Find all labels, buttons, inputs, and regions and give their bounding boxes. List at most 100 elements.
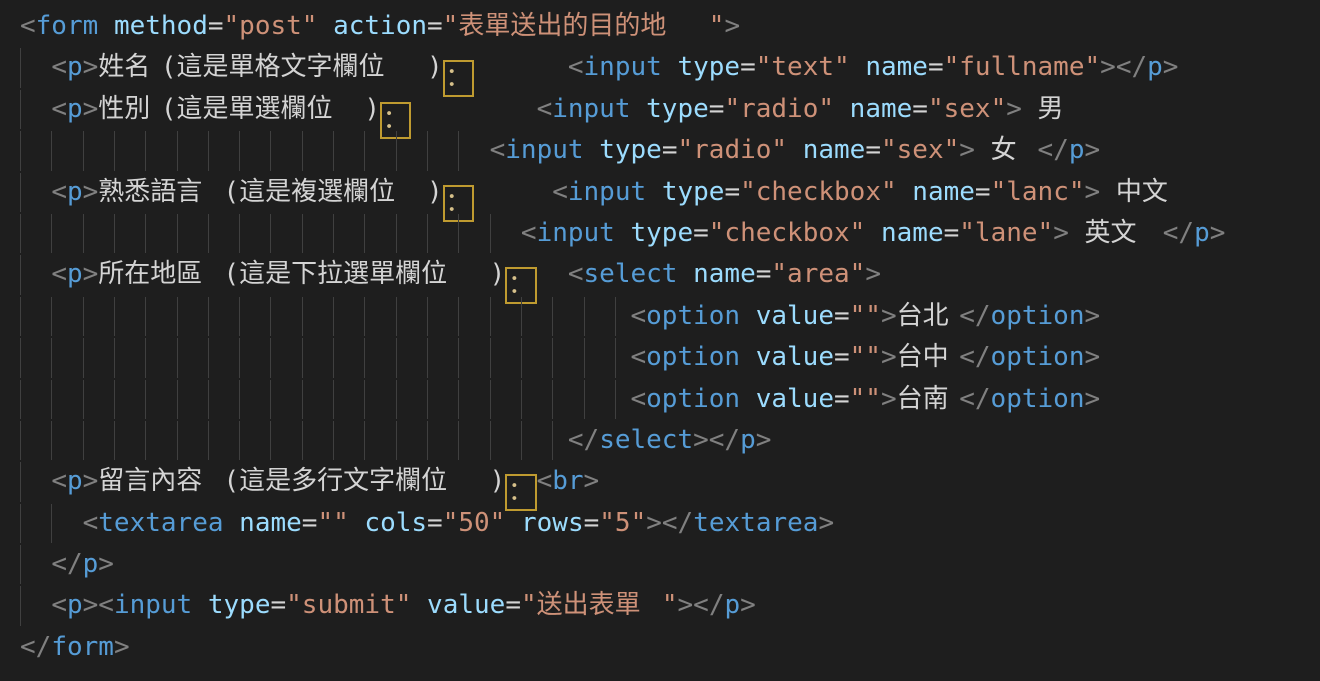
token-punctuation: > bbox=[959, 135, 975, 165]
token-text: ( bbox=[224, 177, 240, 207]
code-line[interactable]: <p>留言內容(這是多行文字欄位)：<br> bbox=[20, 461, 1320, 502]
token-punctuation: > bbox=[83, 259, 99, 289]
indent-guide bbox=[239, 421, 240, 460]
indent-guide bbox=[521, 421, 522, 460]
token-text: 這是複選欄位 bbox=[239, 172, 427, 213]
indent-guide bbox=[145, 338, 146, 377]
indent-guide bbox=[490, 380, 491, 419]
token-string: " bbox=[443, 11, 459, 41]
token-text bbox=[1147, 218, 1163, 248]
token-punctuation: > bbox=[740, 590, 756, 620]
indent-guide bbox=[490, 297, 491, 336]
indent-guide bbox=[490, 214, 491, 253]
token-attribute-name: type bbox=[631, 218, 694, 248]
indent-guide bbox=[20, 421, 21, 460]
token-attribute-name: type bbox=[646, 94, 709, 124]
token-string: "" bbox=[850, 301, 881, 331]
indent-guide bbox=[270, 421, 271, 460]
token-tag-name: option bbox=[646, 384, 740, 414]
indent-guide bbox=[208, 338, 209, 377]
token-attribute-name: name bbox=[803, 135, 866, 165]
token-tag-name: p bbox=[1194, 218, 1210, 248]
code-line[interactable]: </form> bbox=[20, 627, 1320, 668]
indent-whitespace bbox=[20, 466, 51, 496]
token-punctuation: > bbox=[724, 11, 740, 41]
token-string: 送出表單 bbox=[537, 585, 662, 626]
token-text bbox=[317, 11, 333, 41]
token-text bbox=[850, 52, 866, 82]
code-line[interactable]: <input type="checkbox" name="lane"> 英文 <… bbox=[20, 213, 1320, 254]
indent-guide bbox=[490, 338, 491, 377]
token-text bbox=[1069, 218, 1085, 248]
indent-guide bbox=[458, 214, 459, 253]
token-text: 中文 bbox=[1116, 172, 1179, 213]
indent-guide bbox=[239, 131, 240, 170]
token-attribute-name: name bbox=[693, 259, 756, 289]
token-text: = bbox=[740, 52, 756, 82]
code-line[interactable]: <p>姓名(這是單格文字欄位)： <input type="text" name… bbox=[20, 47, 1320, 88]
token-string: "text" bbox=[756, 52, 850, 82]
token-tag-name: p bbox=[67, 52, 83, 82]
indent-guide bbox=[51, 131, 52, 170]
code-line[interactable]: <option value="">台北</option> bbox=[20, 296, 1320, 337]
code-line[interactable]: </select></p> bbox=[20, 420, 1320, 461]
token-attribute-name: name bbox=[239, 508, 302, 538]
token-tag-name: option bbox=[991, 301, 1085, 331]
indent-guide bbox=[427, 297, 428, 336]
indent-guide bbox=[427, 338, 428, 377]
token-text bbox=[787, 135, 803, 165]
indent-guide bbox=[615, 338, 616, 377]
code-line[interactable]: <textarea name="" cols="50" rows="5"></t… bbox=[20, 503, 1320, 544]
code-line[interactable]: <option value="">台南</option> bbox=[20, 379, 1320, 420]
indent-guide bbox=[239, 297, 240, 336]
code-line[interactable]: <p>熟悉語言(這是複選欄位)： <input type="checkbox" … bbox=[20, 172, 1320, 213]
token-text: = bbox=[427, 11, 443, 41]
token-tag-name: textarea bbox=[98, 508, 223, 538]
token-punctuation: </ bbox=[709, 425, 740, 455]
token-punctuation: < bbox=[630, 384, 646, 414]
code-line[interactable]: </p> bbox=[20, 544, 1320, 585]
code-line[interactable]: <p>所在地區(這是下拉選單欄位)： <select name="area"> bbox=[20, 254, 1320, 295]
token-text: 姓名 bbox=[98, 47, 161, 88]
token-punctuation: > bbox=[1084, 342, 1100, 372]
indent-guide bbox=[364, 421, 365, 460]
code-editor[interactable]: <form method="post" action="表單送出的目的地"> <… bbox=[0, 0, 1320, 681]
indent-guide bbox=[552, 338, 553, 377]
indent-guide bbox=[458, 380, 459, 419]
token-string: "50" bbox=[443, 508, 506, 538]
indent-guide bbox=[208, 297, 209, 336]
token-punctuation: > bbox=[83, 94, 99, 124]
token-attribute-name: value bbox=[427, 590, 505, 620]
token-punctuation: > bbox=[1210, 218, 1226, 248]
code-line[interactable]: <form method="post" action="表單送出的目的地"> bbox=[20, 6, 1320, 47]
token-punctuation: > bbox=[646, 508, 662, 538]
indent-guide bbox=[396, 297, 397, 336]
indent-guide bbox=[177, 338, 178, 377]
token-attribute-name: value bbox=[756, 301, 834, 331]
indent-guide bbox=[114, 380, 115, 419]
indent-guide bbox=[145, 380, 146, 419]
indent-guide bbox=[270, 380, 271, 419]
token-punctuation: < bbox=[521, 218, 537, 248]
token-attribute-name: name bbox=[865, 52, 928, 82]
token-text: = bbox=[302, 508, 318, 538]
token-punctuation: > bbox=[865, 259, 881, 289]
indent-guide bbox=[364, 297, 365, 336]
token-text: = bbox=[584, 508, 600, 538]
code-line[interactable]: <p><input type="submit" value="送出表單"></p… bbox=[20, 585, 1320, 626]
indent-guide bbox=[114, 214, 115, 253]
token-text bbox=[1022, 135, 1038, 165]
token-text bbox=[662, 52, 678, 82]
code-line[interactable]: <p>性別(這是單選欄位)： <input type="radio" name=… bbox=[20, 89, 1320, 130]
indent-guide bbox=[145, 214, 146, 253]
token-punctuation: > bbox=[83, 590, 99, 620]
code-line[interactable]: <input type="radio" name="sex"> 女 </p> bbox=[20, 130, 1320, 171]
code-line[interactable]: <option value="">台中</option> bbox=[20, 337, 1320, 378]
token-punctuation: > bbox=[881, 342, 897, 372]
token-punctuation: </ bbox=[1116, 52, 1147, 82]
token-punctuation: > bbox=[1163, 52, 1179, 82]
token-text: ) bbox=[427, 52, 443, 82]
indent-guide bbox=[427, 214, 428, 253]
token-punctuation: </ bbox=[959, 384, 990, 414]
token-text: ( bbox=[161, 52, 177, 82]
